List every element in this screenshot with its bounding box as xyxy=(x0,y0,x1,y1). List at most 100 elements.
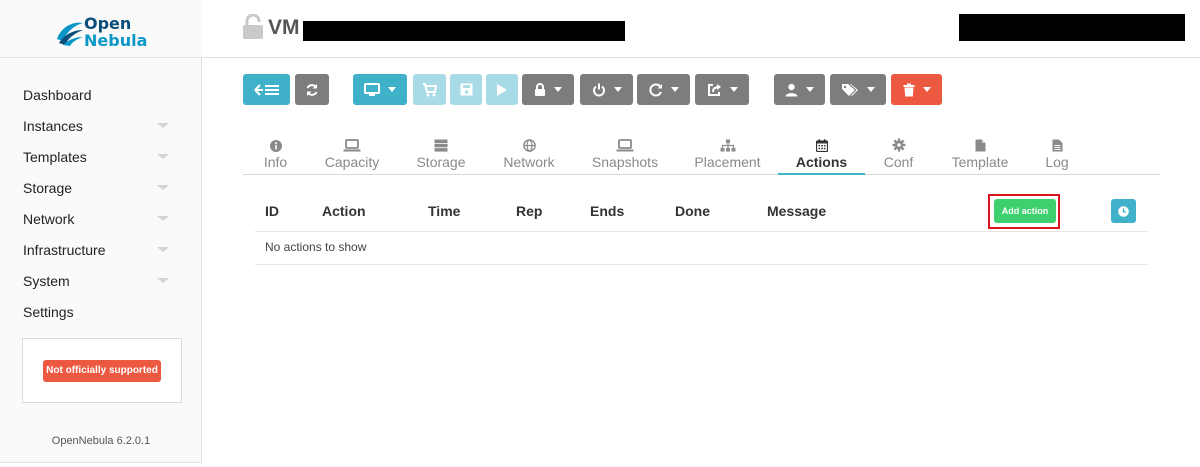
tab-label: Capacity xyxy=(324,154,380,170)
column-header-id[interactable]: ID xyxy=(265,203,279,219)
tab-label: Log xyxy=(1045,154,1069,170)
tab-template[interactable]: Template xyxy=(944,124,1016,175)
page-header: VM xyxy=(202,0,1200,58)
sidebar-item-system[interactable]: System xyxy=(0,266,202,297)
sidebar-item-settings[interactable]: Settings xyxy=(0,297,202,328)
power-dropdown-button[interactable] xyxy=(580,74,633,105)
tab-info[interactable]: Info xyxy=(247,124,304,175)
power-icon xyxy=(592,83,605,96)
resume-button[interactable] xyxy=(486,74,518,105)
globe-icon xyxy=(522,139,536,152)
opennebula-logo-icon xyxy=(57,22,83,46)
chevron-down-icon xyxy=(157,216,169,221)
back-to-list-icon xyxy=(253,83,279,96)
ownership-dropdown-button[interactable] xyxy=(774,74,825,105)
clock-icon xyxy=(1118,205,1129,217)
save-button[interactable] xyxy=(450,74,482,105)
sidebar-item-label: Dashboard xyxy=(23,87,92,103)
redacted-vm-name xyxy=(303,21,625,41)
sidebar-item-network[interactable]: Network xyxy=(0,204,202,235)
chevron-down-icon xyxy=(157,123,169,128)
info-icon xyxy=(269,140,282,152)
deploy-button[interactable] xyxy=(413,74,446,105)
sidebar-nav: Dashboard Instances Templates Storage Ne… xyxy=(0,80,202,328)
add-action-button[interactable]: Add action xyxy=(994,199,1056,223)
support-status-badge[interactable]: Not officially supported xyxy=(43,360,161,382)
chevron-down-icon xyxy=(157,185,169,190)
tab-label: Info xyxy=(263,154,288,170)
tab-label: Storage xyxy=(416,154,466,170)
relative-time-button[interactable] xyxy=(1111,199,1136,223)
chevron-down-icon xyxy=(157,154,169,159)
cog-icon xyxy=(892,138,905,152)
table-row: No actions to show xyxy=(255,232,1148,265)
tab-placement[interactable]: Placement xyxy=(687,124,768,175)
detail-tabs: Info Capacity Storage Network Snapshots … xyxy=(243,124,1160,175)
page-title: VM xyxy=(268,16,300,39)
tab-label: Template xyxy=(951,154,1009,170)
sidebar-item-label: Infrastructure xyxy=(23,242,106,258)
migrate-dropdown-button[interactable] xyxy=(695,74,749,105)
chevron-down-icon xyxy=(157,247,169,252)
file-text-icon xyxy=(1052,139,1062,152)
column-header-done[interactable]: Done xyxy=(675,203,710,219)
back-to-list-button[interactable] xyxy=(243,74,290,105)
tab-capacity[interactable]: Capacity xyxy=(317,124,387,175)
sidebar-item-label: Network xyxy=(23,211,75,227)
console-dropdown-button[interactable] xyxy=(353,74,407,105)
version-label: OpenNebula 6.2.0.1 xyxy=(51,435,151,447)
trash-icon xyxy=(903,83,914,96)
sidebar-item-label: System xyxy=(23,273,70,289)
column-header-time[interactable]: Time xyxy=(428,203,460,219)
column-header-ends[interactable]: Ends xyxy=(590,203,624,219)
caret-down-icon xyxy=(806,87,814,92)
tab-snapshots[interactable]: Snapshots xyxy=(584,124,666,175)
sidebar-item-label: Settings xyxy=(23,304,74,320)
column-header-action[interactable]: Action xyxy=(322,203,366,219)
delete-dropdown-button[interactable] xyxy=(891,74,942,105)
user-icon xyxy=(785,83,798,96)
sidebar-item-storage[interactable]: Storage xyxy=(0,173,202,204)
tab-network[interactable]: Network xyxy=(494,124,564,175)
sidebar-item-label: Storage xyxy=(23,180,73,196)
sidebar-item-templates[interactable]: Templates xyxy=(0,142,202,173)
storage-icon xyxy=(434,139,448,152)
tab-actions[interactable]: Actions xyxy=(778,124,865,175)
brand-line-2: Nebula xyxy=(84,31,148,50)
brand-line-1: Open xyxy=(84,14,132,33)
file-icon xyxy=(975,139,985,152)
sidebar-item-dashboard[interactable]: Dashboard xyxy=(0,80,202,111)
logo[interactable]: Open Nebula xyxy=(0,0,202,58)
caret-down-icon xyxy=(922,87,931,92)
laptop-icon xyxy=(343,139,361,152)
lock-dropdown-button[interactable] xyxy=(522,74,574,105)
tab-storage[interactable]: Storage xyxy=(407,124,475,175)
share-icon xyxy=(707,83,721,96)
column-header-message[interactable]: Message xyxy=(767,203,826,219)
caret-down-icon xyxy=(729,87,738,92)
sidebar-item-instances[interactable]: Instances xyxy=(0,111,202,142)
labels-dropdown-button[interactable] xyxy=(830,74,886,105)
sidebar-item-label: Instances xyxy=(23,118,83,134)
tab-label: Placement xyxy=(694,154,761,170)
tags-icon xyxy=(842,83,858,96)
caret-down-icon xyxy=(388,87,396,92)
caret-down-icon xyxy=(554,87,562,92)
caret-down-icon xyxy=(670,87,679,92)
monitor-icon xyxy=(364,82,380,96)
tab-log[interactable]: Log xyxy=(1039,124,1075,175)
reboot-dropdown-button[interactable] xyxy=(637,74,690,105)
column-header-rep[interactable]: Rep xyxy=(516,203,542,219)
refresh-button[interactable] xyxy=(295,74,329,105)
brand-name: Open Nebula xyxy=(84,15,147,49)
laptop-icon xyxy=(616,139,634,152)
caret-down-icon xyxy=(867,87,875,92)
tab-conf[interactable]: Conf xyxy=(876,124,921,175)
unlock-icon xyxy=(243,14,263,39)
calendar-icon xyxy=(815,139,828,152)
empty-table-message: No actions to show xyxy=(265,240,367,254)
sidebar-item-infrastructure[interactable]: Infrastructure xyxy=(0,235,202,266)
tab-label: Conf xyxy=(883,154,914,170)
sidebar: Open Nebula Dashboard Instances Template… xyxy=(0,0,202,463)
support-panel: Not officially supported xyxy=(22,338,182,403)
